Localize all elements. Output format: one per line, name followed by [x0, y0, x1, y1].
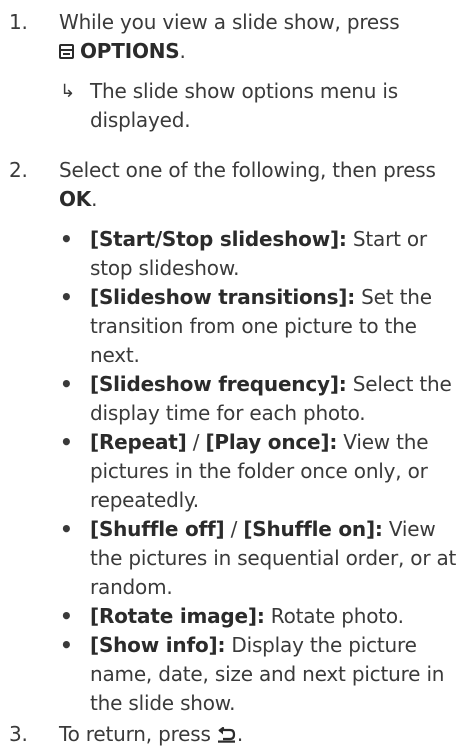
list-item: • [Start/Stop slideshow]: Start or stop … [0, 225, 470, 283]
option-label: [Repeat] [90, 430, 187, 454]
bullet-icon: • [60, 372, 73, 396]
option-label: [Shuffle off] [90, 517, 225, 541]
step-text-end: . [236, 722, 244, 746]
option-separator: / [186, 430, 206, 454]
option-label: [Slideshow transitions]: [90, 285, 356, 309]
step-number: 1. [9, 10, 28, 34]
options-list: • [Start/Stop slideshow]: Start or stop … [0, 225, 470, 718]
step-text: To return, press [59, 722, 217, 746]
option-desc: Rotate photo. [264, 604, 404, 628]
result-arrow-icon: ↳ [60, 81, 75, 102]
options-icon [59, 44, 74, 59]
step-text: Select one of the following, then press [59, 158, 436, 182]
option-label: [Rotate image]: [90, 604, 265, 628]
step-text: While you view a slide show, press [59, 10, 400, 34]
result-text: The slide show options menu is displayed… [90, 79, 398, 132]
bullet-icon: • [60, 517, 73, 541]
option-label: [Start/Stop slideshow]: [90, 227, 347, 251]
ok-key-label: OK [59, 187, 92, 211]
step-text-end: . [179, 39, 186, 63]
step-1: 1. While you view a slide show, press OP… [0, 8, 470, 66]
step-number: 3. [9, 722, 28, 746]
list-item: • [Show info]: Display the picture name,… [0, 631, 470, 718]
bullet-icon: • [60, 633, 73, 657]
option-label: [Slideshow frequency]: [90, 372, 347, 396]
step-text-end: . [91, 187, 98, 211]
option-label-alt: [Shuffle on]: [243, 517, 383, 541]
options-key-label: OPTIONS [80, 39, 180, 63]
list-item: • [Repeat] / [Play once]: View the pictu… [0, 428, 470, 515]
step-3: 3. To return, press . [0, 720, 470, 749]
list-item: • [Slideshow transitions]: Set the trans… [0, 283, 470, 370]
option-separator: / [224, 517, 244, 541]
bullet-icon: • [60, 227, 73, 251]
step-1-result: ↳ The slide show options menu is display… [0, 77, 470, 135]
list-item: • [Shuffle off] / [Shuffle on]: View the… [0, 515, 470, 602]
bullet-icon: • [60, 285, 73, 309]
step-2: 2. Select one of the following, then pre… [0, 156, 470, 214]
document: 1. While you view a slide show, press OP… [0, 0, 470, 749]
bullet-icon: • [60, 430, 73, 454]
option-label-alt: [Play once]: [205, 430, 338, 454]
option-label: [Show info]: [90, 633, 226, 657]
list-item: • [Rotate image]: Rotate photo. [0, 602, 470, 631]
back-icon [217, 727, 235, 743]
bullet-icon: • [60, 604, 73, 628]
list-item: • [Slideshow frequency]: Select the disp… [0, 370, 470, 428]
step-number: 2. [9, 158, 28, 182]
